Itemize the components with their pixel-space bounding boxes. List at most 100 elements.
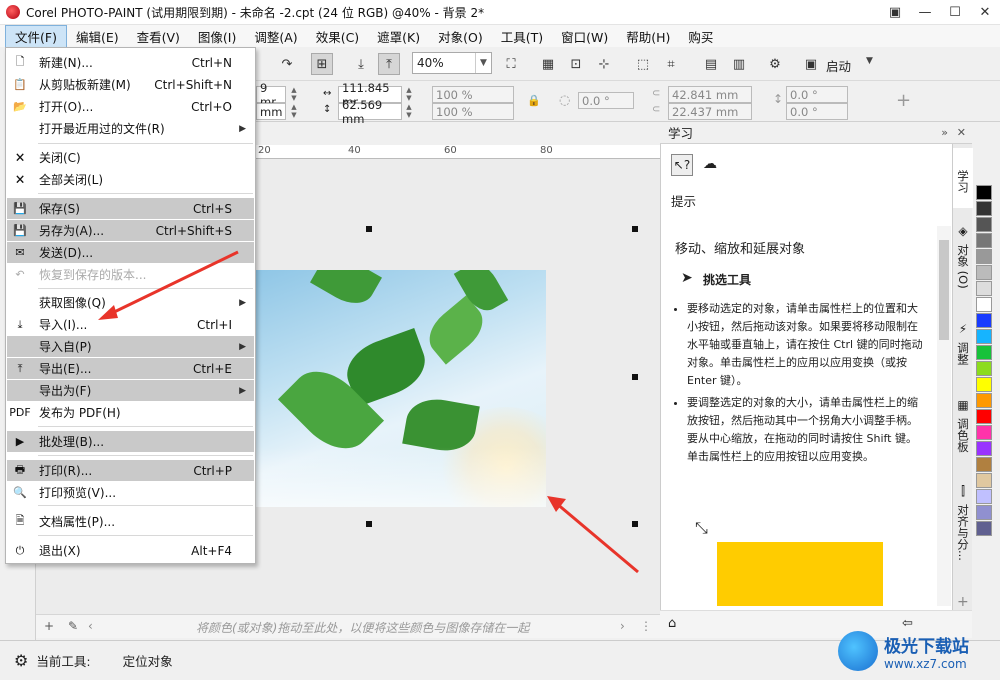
color-swatch[interactable]	[976, 217, 992, 232]
file-menu-item[interactable]: 打开最近用过的文件(R) ▶	[7, 118, 254, 139]
file-menu-item[interactable]: ✉ 发送(D)...	[7, 242, 254, 263]
tab-palette[interactable]: 调色板	[953, 396, 973, 466]
zoom-level-combo[interactable]: 40% ▼	[412, 52, 492, 74]
angle-field-1[interactable]: 0.0 °	[786, 86, 848, 103]
file-menu-item[interactable]: 获取图像(Q) ▶	[7, 292, 254, 313]
color-swatch[interactable]	[976, 249, 992, 264]
menu-mask[interactable]: 遮罩(K)	[368, 26, 429, 47]
file-menu-item[interactable]: 🖶 打印(R)... Ctrl+P	[7, 460, 254, 481]
file-menu-item[interactable]: 🗙 关闭(C)	[7, 147, 254, 168]
color-swatch[interactable]	[976, 441, 992, 456]
tool-gear-icon[interactable]: ⚙	[14, 651, 28, 670]
file-menu-item[interactable]: ↶ 恢复到保存的版本...	[7, 264, 254, 285]
apply-plus-icon[interactable]: +	[896, 90, 911, 111]
transform-icon[interactable]: ⊞	[311, 53, 333, 75]
tab-align[interactable]: 对齐与分...	[953, 482, 973, 572]
file-menu-item[interactable]: 💾 保存(S) Ctrl+S	[7, 198, 254, 219]
help-pointer-icon[interactable]: ↖?	[671, 154, 693, 176]
grid-icon[interactable]: ⊡	[565, 53, 587, 75]
color-swatch[interactable]	[976, 265, 992, 280]
scale-width-field[interactable]: 100 %	[432, 86, 514, 103]
color-drop-bar[interactable]: + ✎ ‹ 将颜色(或对象)拖动至此处，以便将这些颜色与图像存储在一起 › ⋮	[36, 614, 660, 638]
color-swatch[interactable]	[976, 329, 992, 344]
mask-marquee-icon[interactable]: ⬚	[632, 53, 654, 75]
launch-label[interactable]: 启动	[826, 56, 851, 75]
launch-chevron-icon[interactable]: ▼	[866, 56, 873, 66]
skew-x-field[interactable]: 42.841 mm	[668, 86, 752, 103]
menu-effects[interactable]: 效果(C)	[307, 26, 368, 47]
color-swatch[interactable]	[976, 281, 992, 296]
arrange-icon[interactable]: ▤	[700, 53, 722, 75]
file-menu-item[interactable]: 🗎 文档属性(P)...	[7, 511, 254, 532]
angle-field-2[interactable]: 0.0 °	[786, 103, 848, 120]
spin-y-icon[interactable]: ▲ ▼	[289, 103, 299, 120]
file-menu-item[interactable]: ⏻ 退出(X) Alt+F4	[7, 540, 254, 561]
color-swatch[interactable]	[976, 185, 992, 200]
file-menu-item[interactable]: 导入自(P) ▶	[7, 336, 254, 357]
tab-learn[interactable]: 学习	[953, 148, 973, 208]
color-swatch[interactable]	[976, 297, 992, 312]
file-menu-item[interactable]: ⤒ 导出(E)... Ctrl+E	[7, 358, 254, 379]
file-menu-item[interactable]: 📂 打开(O)... Ctrl+O	[7, 96, 254, 117]
import-icon[interactable]: ⤓	[350, 53, 372, 75]
file-menu-item[interactable]: 🔍 打印预览(V)...	[7, 482, 254, 503]
rulers-icon[interactable]: ▦	[537, 53, 559, 75]
lock-ratio-icon[interactable]: 🔒	[527, 94, 541, 107]
eyedropper-icon[interactable]: ✎	[68, 619, 78, 633]
menu-buy[interactable]: 购买	[679, 26, 722, 47]
chevron-left-icon[interactable]: ‹	[88, 619, 93, 633]
menu-adjust[interactable]: 调整(A)	[245, 26, 306, 47]
spin-x-icon[interactable]: ▲ ▼	[289, 86, 299, 103]
file-menu-item[interactable]: 🗋 新建(N)... Ctrl+N	[7, 52, 254, 73]
spin-w-icon[interactable]: ▲ ▼	[404, 86, 414, 103]
scale-height-field[interactable]: 100 %	[432, 103, 514, 120]
scroll-thumb[interactable]	[939, 240, 949, 340]
zoom-fit-icon[interactable]: ⛶	[500, 53, 522, 75]
file-menu-item[interactable]: 💾 另存为(A)... Ctrl+Shift+S	[7, 220, 254, 241]
gear-icon[interactable]: ⚙	[764, 53, 786, 75]
skew-y-field[interactable]: 22.437 mm	[668, 103, 752, 120]
align-icon[interactable]: ▥	[728, 53, 750, 75]
selection-handle[interactable]	[632, 521, 638, 527]
launcher-icon[interactable]: ▣	[800, 53, 822, 75]
color-swatch[interactable]	[976, 393, 992, 408]
x-position-field[interactable]: 9 mr	[256, 81, 286, 109]
maximize-button[interactable]: ☐	[940, 0, 970, 25]
selection-handle[interactable]	[632, 374, 638, 380]
file-menu-item[interactable]: ▶ 批处理(B)...	[7, 431, 254, 452]
menu-help[interactable]: 帮助(H)	[617, 26, 679, 47]
crop-icon[interactable]: ⌗	[660, 53, 682, 75]
rotate-field[interactable]: 0.0 °	[578, 92, 634, 109]
cloud-user-icon[interactable]: ☁	[703, 156, 717, 172]
menu-file[interactable]: 文件(F)	[5, 24, 67, 48]
color-swatch[interactable]	[976, 377, 992, 392]
color-swatch[interactable]	[976, 345, 992, 360]
height-field[interactable]: 62.569 mm	[338, 98, 402, 126]
color-swatch[interactable]	[976, 409, 992, 424]
menu-tools[interactable]: 工具(T)	[492, 26, 552, 47]
color-swatch[interactable]	[976, 233, 992, 248]
file-menu-item[interactable]: PDF 发布为 PDF(H)	[7, 402, 254, 423]
color-swatch[interactable]	[976, 489, 992, 504]
palette-menu-icon[interactable]: ⋮	[640, 619, 652, 633]
color-swatch[interactable]	[976, 521, 992, 536]
home-icon[interactable]: ⌂	[668, 616, 676, 631]
menu-view[interactable]: 查看(V)	[128, 26, 189, 47]
chevron-right-icon[interactable]: ›	[620, 619, 625, 633]
spin-h-icon[interactable]: ▲ ▼	[404, 103, 414, 120]
color-swatch[interactable]	[976, 361, 992, 376]
file-menu-item[interactable]: ⤓ 导入(I)... Ctrl+I	[7, 314, 254, 335]
color-swatch[interactable]	[976, 457, 992, 472]
color-swatch[interactable]	[976, 505, 992, 520]
selection-handle[interactable]	[632, 226, 638, 232]
menu-image[interactable]: 图像(I)	[189, 26, 245, 47]
file-menu-item[interactable]: 📋 从剪贴板新建(M) Ctrl+Shift+N	[7, 74, 254, 95]
plus-icon[interactable]: +	[44, 619, 54, 633]
redo-icon[interactable]: ↷	[276, 53, 298, 75]
minimize-button[interactable]: —	[910, 0, 940, 25]
selection-handle[interactable]	[366, 226, 372, 232]
selection-handle[interactable]	[366, 521, 372, 527]
file-menu-item[interactable]: 🗙 全部关闭(L)	[7, 169, 254, 190]
menu-edit[interactable]: 编辑(E)	[67, 26, 128, 47]
maple-leaves-photo[interactable]	[256, 270, 546, 507]
